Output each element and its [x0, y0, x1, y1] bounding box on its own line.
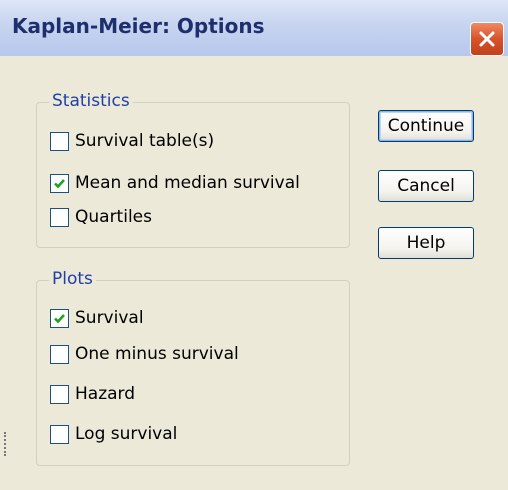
- survival-tables-checkbox[interactable]: [50, 131, 69, 151]
- check-icon: [54, 178, 65, 188]
- survival-tables-label: Survival table(s): [75, 131, 215, 151]
- hazard-label: Hazard: [75, 384, 136, 404]
- one-minus-survival-label: One minus survival: [75, 344, 239, 364]
- one-minus-survival-checkbox[interactable]: [50, 344, 69, 364]
- close-button[interactable]: [470, 22, 504, 56]
- log-survival-label: Log survival: [75, 424, 178, 444]
- one-minus-survival-option[interactable]: One minus survival: [50, 343, 239, 365]
- hazard-checkbox[interactable]: [50, 384, 69, 404]
- mean-median-survival-checkbox[interactable]: [50, 173, 69, 193]
- quartiles-option[interactable]: Quartiles: [50, 206, 152, 228]
- continue-button[interactable]: Continue: [378, 110, 474, 142]
- dialog-title: Kaplan-Meier: Options: [12, 14, 265, 38]
- check-icon: [54, 313, 65, 323]
- title-bar[interactable]: Kaplan-Meier: Options: [0, 0, 508, 56]
- close-x-icon: [479, 31, 495, 47]
- cancel-button[interactable]: Cancel: [378, 170, 474, 202]
- survival-tables-option[interactable]: Survival table(s): [50, 130, 214, 152]
- survival-plot-option[interactable]: Survival: [50, 307, 144, 329]
- statistics-group-label: Statistics: [49, 91, 133, 111]
- mean-median-survival-option[interactable]: Mean and median survival: [50, 172, 300, 194]
- dialog-window: Kaplan-Meier: Options Statistics Surviva…: [0, 0, 508, 490]
- log-survival-option[interactable]: Log survival: [50, 423, 177, 445]
- quartiles-label: Quartiles: [75, 207, 152, 227]
- quartiles-checkbox[interactable]: [50, 207, 69, 227]
- plots-group-label: Plots: [49, 269, 96, 289]
- window-edge-marker: [4, 432, 8, 456]
- hazard-option[interactable]: Hazard: [50, 383, 135, 405]
- log-survival-checkbox[interactable]: [50, 424, 69, 444]
- survival-plot-label: Survival: [75, 308, 144, 328]
- help-button[interactable]: Help: [378, 227, 474, 259]
- mean-median-survival-label: Mean and median survival: [75, 173, 300, 193]
- survival-plot-checkbox[interactable]: [50, 308, 69, 328]
